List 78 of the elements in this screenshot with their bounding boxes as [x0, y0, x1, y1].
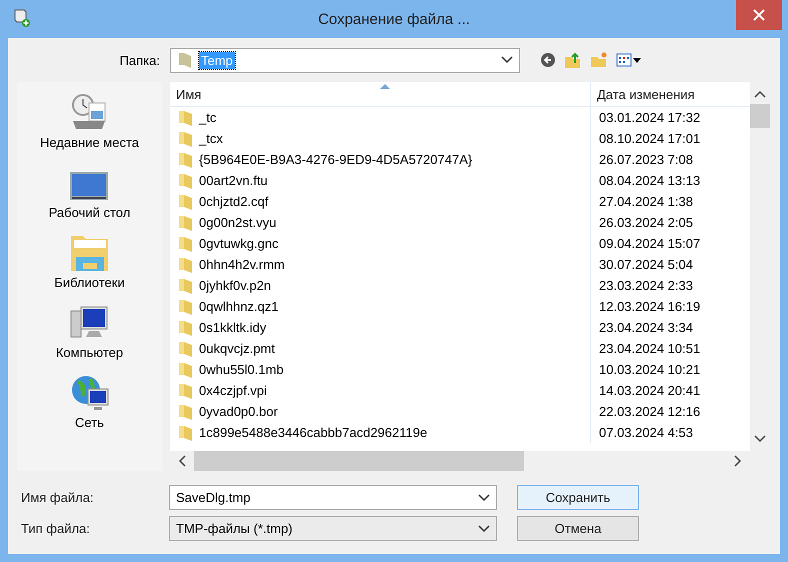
folder-icon: [178, 318, 194, 336]
folder-icon: [178, 130, 194, 148]
modified-date: 03.01.2024 17:32: [599, 110, 700, 125]
folder-icon: [178, 276, 194, 294]
back-icon[interactable]: [540, 52, 556, 68]
sort-arrow-icon: [380, 83, 390, 89]
scroll-thumb[interactable]: [750, 104, 770, 128]
scroll-up-icon[interactable]: [754, 90, 766, 98]
file-name[interactable]: 0g00n2st.vyu: [199, 215, 276, 230]
network-icon[interactable]: [70, 373, 110, 413]
file-name[interactable]: 0whu55l0.1mb: [199, 362, 284, 377]
modified-date: 27.04.2024 1:38: [599, 194, 693, 209]
folder-icon: [178, 172, 194, 190]
file-name[interactable]: 1c899e5488e3446cabbb7acd2962119e: [199, 425, 428, 440]
file-name[interactable]: 0jyhkf0v.p2n: [199, 278, 272, 293]
modified-date: 14.03.2024 20:41: [599, 383, 700, 398]
filetype-dropdown[interactable]: TMP-файлы (*.tmp): [169, 516, 497, 541]
scroll-right-icon[interactable]: [734, 455, 742, 467]
save-button[interactable]: Сохранить: [517, 485, 639, 510]
place-label[interactable]: Недавние места: [40, 135, 140, 150]
modified-date: 23.04.2024 3:34: [599, 320, 693, 335]
file-name[interactable]: _tc: [199, 110, 216, 125]
scroll-down-icon[interactable]: [754, 435, 766, 443]
modified-date: 09.04.2024 15:07: [599, 236, 700, 251]
monitor-icon[interactable]: [69, 171, 110, 203]
scroll-thumb[interactable]: [194, 451, 524, 471]
modified-date: 26.03.2024 2:05: [599, 215, 693, 230]
filename-field[interactable]: SaveDlg.tmp: [169, 485, 497, 510]
file-name[interactable]: _tcx: [199, 131, 223, 146]
file-name[interactable]: 0x4czjpf.vpi: [199, 383, 267, 398]
folder-icon: [178, 298, 194, 316]
modified-date: 07.03.2024 4:53: [599, 425, 693, 440]
window-title: Сохранение файла ...: [318, 11, 470, 28]
column-header[interactable]: Имя: [170, 82, 590, 106]
modified-date: 08.10.2024 17:01: [599, 131, 700, 146]
folder-icon: [178, 340, 194, 358]
modified-date: 26.07.2023 7:08: [599, 152, 693, 167]
file-name[interactable]: 0qwlhhnz.qz1: [199, 299, 278, 314]
close-button[interactable]: [736, 0, 782, 30]
place-label[interactable]: Рабочий стол: [48, 205, 130, 220]
view-menu-icon[interactable]: [616, 52, 642, 68]
folder-up-icon[interactable]: [564, 51, 582, 69]
filename-label: Имя файла:: [21, 490, 95, 505]
folder-icon: [178, 234, 194, 252]
close-icon: [752, 8, 766, 22]
modified-date: 12.03.2024 16:19: [599, 299, 700, 314]
place-label[interactable]: Сеть: [75, 415, 104, 430]
folder-icon: [178, 360, 194, 378]
folder-icon: [178, 402, 194, 420]
folder-icon: [178, 150, 194, 168]
file-name[interactable]: {5B964E0E-B9A3-4276-9ED9-4D5A5720747A}: [199, 152, 472, 167]
file-name[interactable]: 0chjztd2.cqf: [199, 194, 268, 209]
file-name[interactable]: 00art2vn.ftu: [199, 173, 268, 188]
modified-date: 23.03.2024 2:33: [599, 278, 693, 293]
modified-date: 30.07.2024 5:04: [599, 257, 693, 272]
file-name[interactable]: 0ukqvcjz.pmt: [199, 341, 275, 356]
place-label[interactable]: Компьютер: [56, 345, 124, 360]
folder-icon: [178, 192, 194, 210]
file-name[interactable]: 0gvtuwkg.gnc: [199, 236, 278, 251]
place-label[interactable]: Библиотеки: [54, 275, 125, 290]
folder-icon: [177, 51, 193, 69]
folder-icon: [178, 256, 194, 274]
file-name[interactable]: 0yvad0p0.bor: [199, 404, 278, 419]
folder-icon: [178, 424, 194, 442]
file-name[interactable]: 0hhn4h2v.rmm: [199, 257, 285, 272]
folder-label: Папка:: [118, 52, 161, 68]
folder-icon: [178, 108, 194, 126]
filetype-label: Тип файла:: [21, 521, 91, 536]
modified-date: 08.04.2024 13:13: [599, 173, 700, 188]
modified-date: 10.03.2024 10:21: [599, 362, 700, 377]
scroll-icon: [12, 8, 32, 28]
modified-date: 22.03.2024 12:16: [599, 404, 700, 419]
scroll-left-icon[interactable]: [178, 455, 186, 467]
file-name[interactable]: 0s1kkltk.idy: [199, 320, 266, 335]
folder-icon: [178, 382, 194, 400]
cancel-button[interactable]: Отмена: [517, 516, 639, 541]
folder-icon: [178, 214, 194, 232]
modified-date: 23.04.2024 10:51: [599, 341, 700, 356]
